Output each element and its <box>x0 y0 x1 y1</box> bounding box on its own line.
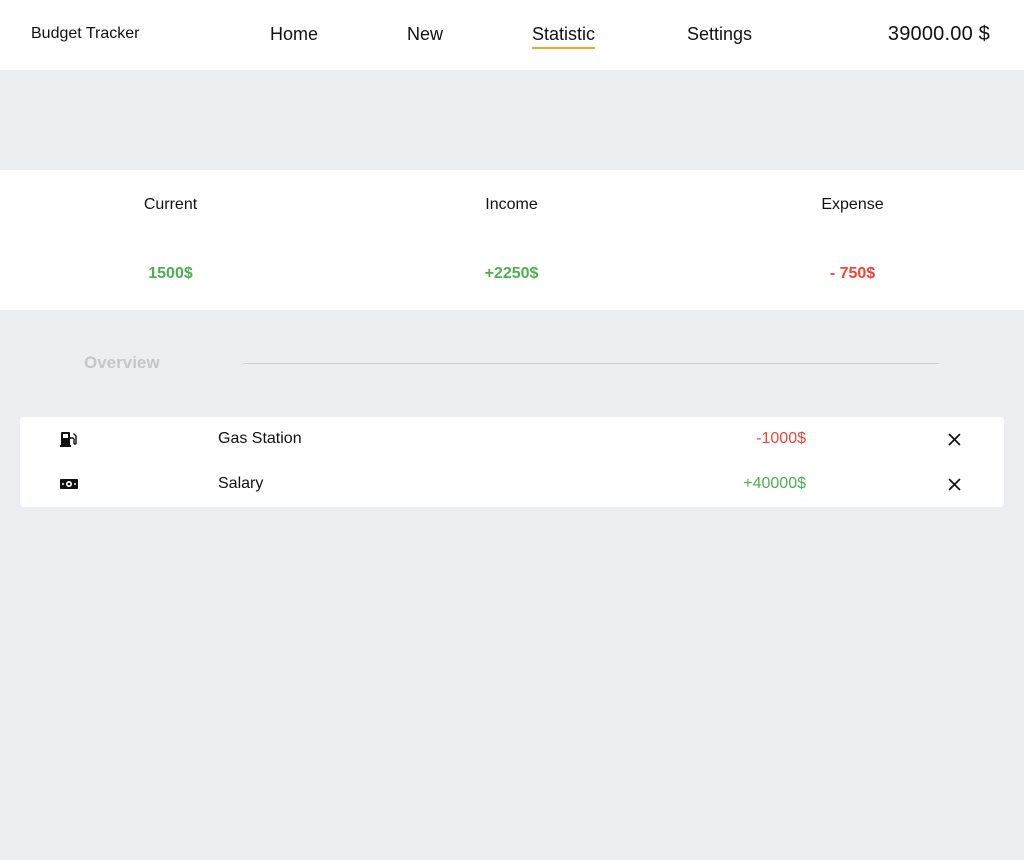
overview-header: Overview <box>0 350 1024 376</box>
transaction-name: Gas Station <box>218 430 302 447</box>
nav-statistic[interactable]: Statistic <box>532 23 596 49</box>
expense-value: - 750$ <box>829 265 876 282</box>
total-balance: 39000.00 $ <box>887 23 990 45</box>
transaction-list: Gas Station -1000$ Salary +40000$ <box>20 417 1004 507</box>
summary-income: Income +2250$ <box>341 170 682 310</box>
nav-settings[interactable]: Settings <box>687 23 752 45</box>
app-title: Budget Tracker <box>31 25 140 42</box>
transaction-row: Salary +40000$ <box>20 462 1004 507</box>
summary-expense: Expense - 750$ <box>682 170 1023 310</box>
current-label: Current <box>143 196 198 213</box>
transaction-amount: -1000$ <box>756 430 806 447</box>
delete-icon[interactable] <box>948 478 961 491</box>
overview-title: Overview <box>84 353 160 372</box>
expense-label: Expense <box>821 196 884 213</box>
summary-panel: Current 1500$ Income +2250$ Expense - 75… <box>0 170 1024 310</box>
money-bill-icon <box>60 479 78 489</box>
transaction-name: Salary <box>218 475 264 492</box>
current-value: 1500$ <box>148 265 193 282</box>
gas-pump-icon <box>60 432 77 447</box>
top-navigation-bar: Budget Tracker Home New Statistic Settin… <box>0 0 1024 70</box>
income-value: +2250$ <box>484 265 539 282</box>
overview-divider <box>243 363 939 364</box>
income-label: Income <box>485 196 538 213</box>
nav-new[interactable]: New <box>407 23 443 45</box>
transaction-amount: +40000$ <box>743 475 806 492</box>
transaction-row: Gas Station -1000$ <box>20 417 1004 462</box>
delete-icon[interactable] <box>948 433 961 446</box>
summary-current: Current 1500$ <box>0 170 341 310</box>
nav-home[interactable]: Home <box>270 23 318 45</box>
